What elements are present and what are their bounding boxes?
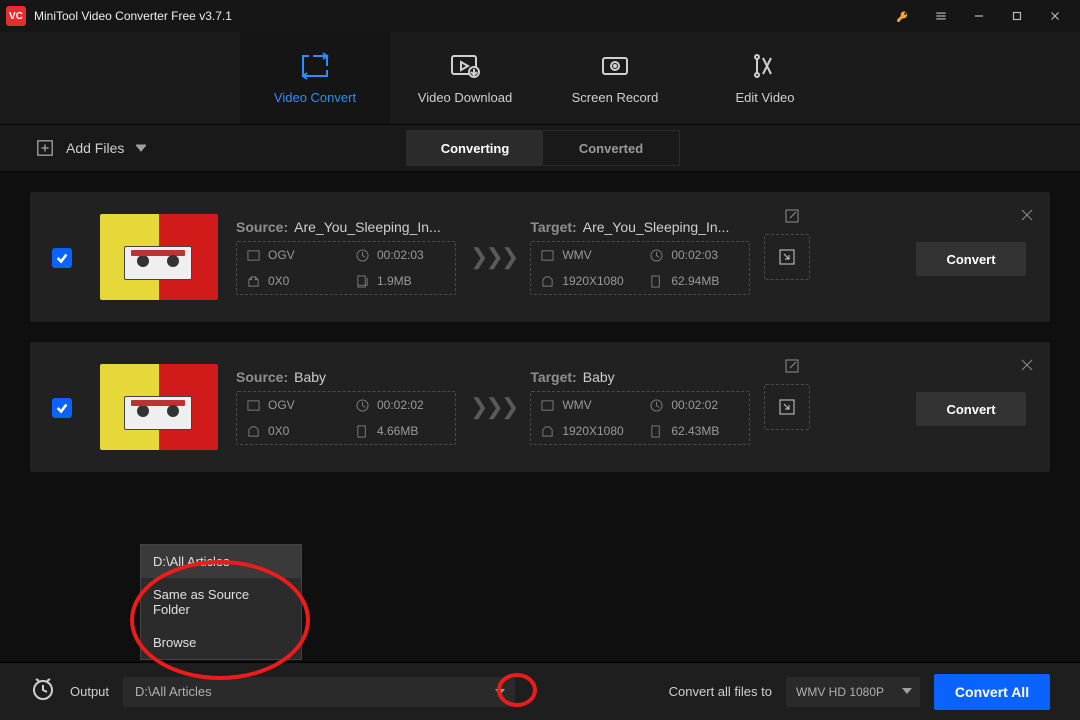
maximize-icon[interactable]	[998, 0, 1036, 32]
convert-all-button[interactable]: Convert All	[934, 674, 1050, 710]
target-format: WMV	[562, 398, 591, 412]
upgrade-key-icon[interactable]	[884, 0, 922, 32]
output-label: Output	[70, 684, 109, 699]
target-format-value: WMV HD 1080P	[796, 685, 884, 699]
convert-button[interactable]: Convert	[916, 242, 1026, 276]
source-size: 1.9MB	[377, 274, 412, 288]
chevron-down-icon	[902, 685, 912, 699]
convert-all-label: Convert all files to	[669, 684, 772, 699]
minimize-icon[interactable]	[960, 0, 998, 32]
titlebar: VC MiniTool Video Converter Free v3.7.1	[0, 0, 1080, 32]
tab-converting[interactable]: Converting	[407, 131, 543, 165]
remove-item-icon[interactable]	[1020, 208, 1034, 227]
conversion-list: Source: Are_You_Sleeping_In... OGV 00:02:…	[0, 172, 1080, 472]
tab-video-download[interactable]: Video Download	[390, 32, 540, 124]
source-format: OGV	[268, 248, 295, 262]
target-settings-button[interactable]	[764, 234, 810, 280]
target-duration: 00:02:03	[671, 248, 718, 262]
arrows-icon: ❯❯❯	[470, 244, 516, 270]
output-dropdown-menu: D:\All Articles Same as Source Folder Br…	[140, 544, 302, 660]
source-block: Source: Are_You_Sleeping_In... OGV 00:02:…	[236, 219, 456, 295]
tab-edit-video[interactable]: Edit Video	[690, 32, 840, 124]
output-option-same[interactable]: Same as Source Folder	[141, 578, 301, 626]
target-duration: 00:02:02	[671, 398, 718, 412]
edit-item-icon[interactable]	[784, 208, 800, 229]
app-title: MiniTool Video Converter Free v3.7.1	[34, 9, 232, 23]
target-resolution: 1920X1080	[562, 424, 623, 438]
output-option-path[interactable]: D:\All Articles	[141, 545, 301, 578]
target-size: 62.94MB	[671, 274, 719, 288]
conversion-item: Source:Baby OGV 00:02:02 0X0 4.66MB ❯❯❯ …	[30, 342, 1050, 472]
edit-item-icon[interactable]	[784, 358, 800, 379]
output-path-value: D:\All Articles	[135, 684, 212, 699]
item-thumbnail[interactable]	[100, 364, 218, 450]
app-logo: VC	[6, 6, 26, 26]
target-block: Target: Are_You_Sleeping_In... WMV 00:02:…	[530, 219, 750, 295]
source-size: 4.66MB	[377, 424, 418, 438]
chevron-down-icon	[136, 140, 146, 156]
chevron-down-icon	[495, 685, 505, 700]
close-icon[interactable]	[1036, 0, 1074, 32]
source-block: Source: Baby OGV 00:02:02 0X0 4.66MB	[236, 369, 456, 445]
conversion-item: Source: Are_You_Sleeping_In... OGV 00:02:…	[30, 192, 1050, 322]
toolbar: Add Files Converting Converted	[0, 124, 1080, 172]
source-label: Source:	[236, 369, 288, 385]
item-checkbox[interactable]	[52, 398, 72, 418]
bottom-bar: Output D:\All Articles Convert all files…	[0, 662, 1080, 720]
target-label: Target:	[530, 369, 576, 385]
target-settings-button[interactable]	[764, 384, 810, 430]
source-name: Baby	[294, 369, 326, 385]
tab-screen-record[interactable]: Screen Record	[540, 32, 690, 124]
tab-label: Video Convert	[274, 90, 356, 105]
arrows-icon: ❯❯❯	[470, 394, 516, 420]
main-nav: Video Convert Video Download Screen Reco…	[0, 32, 1080, 124]
target-label: Target:	[530, 219, 576, 235]
source-format: OGV	[268, 398, 295, 412]
target-format: WMV	[562, 248, 591, 262]
target-name: Baby	[583, 369, 615, 385]
source-duration: 00:02:03	[377, 248, 424, 262]
target-block: Target: Baby WMV 00:02:02 1920X1080 62.43…	[530, 369, 750, 445]
output-path-select[interactable]: D:\All Articles	[123, 677, 515, 707]
item-thumbnail[interactable]	[100, 214, 218, 300]
tab-converted[interactable]: Converted	[543, 131, 679, 165]
target-format-select[interactable]: WMV HD 1080P	[786, 677, 920, 707]
menu-icon[interactable]	[922, 0, 960, 32]
item-checkbox[interactable]	[52, 248, 72, 268]
tab-video-convert[interactable]: Video Convert	[240, 32, 390, 124]
add-files-button[interactable]: Add Files	[0, 139, 166, 157]
source-name: Are_You_Sleeping_In...	[294, 219, 441, 235]
tab-label: Screen Record	[572, 90, 659, 105]
remove-item-icon[interactable]	[1020, 358, 1034, 377]
status-tabs: Converting Converted	[406, 130, 680, 166]
schedule-icon[interactable]	[30, 676, 56, 707]
tab-label: Edit Video	[735, 90, 794, 105]
target-size: 62.43MB	[671, 424, 719, 438]
source-label: Source:	[236, 219, 288, 235]
output-option-browse[interactable]: Browse	[141, 626, 301, 659]
target-name: Are_You_Sleeping_In...	[583, 219, 730, 235]
add-files-label: Add Files	[66, 140, 124, 156]
target-resolution: 1920X1080	[562, 274, 623, 288]
convert-button[interactable]: Convert	[916, 392, 1026, 426]
source-duration: 00:02:02	[377, 398, 424, 412]
source-resolution: 0X0	[268, 424, 289, 438]
source-resolution: 0X0	[268, 274, 289, 288]
tab-label: Video Download	[418, 90, 512, 105]
